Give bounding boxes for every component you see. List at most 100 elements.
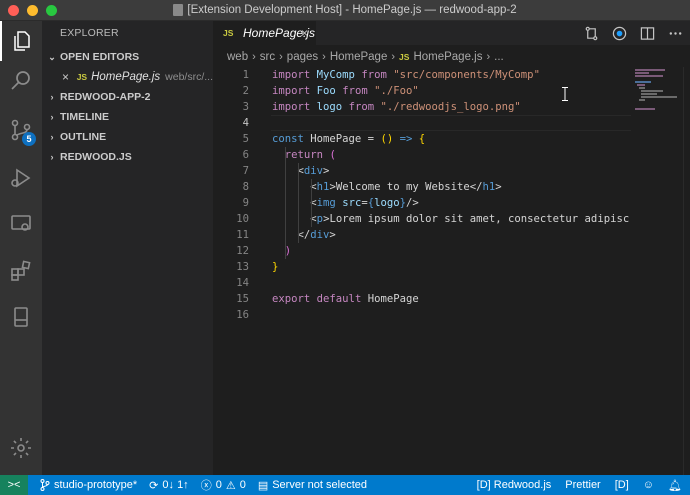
split-editor-icon[interactable] [638, 24, 656, 42]
remote-explorer-icon[interactable] [0, 204, 42, 244]
problems-indicator[interactable]: ⓧ 0 ⚠ 0 [201, 477, 246, 493]
line-number: 3 [242, 101, 249, 113]
chevron-right-icon: › [391, 51, 396, 63]
code-text: } [272, 261, 279, 273]
run-debug-icon[interactable] [0, 158, 42, 198]
redwood-outline-icon[interactable] [610, 24, 628, 42]
section-open-editors[interactable]: ⌄ OPEN EDITORS [42, 47, 213, 67]
line-number: 13 [236, 261, 249, 273]
remote-indicator[interactable]: >< [0, 475, 28, 495]
maximize-window-button[interactable] [46, 5, 57, 16]
remote-icon: >< [7, 479, 21, 491]
line-number: 15 [236, 293, 249, 305]
redwood-panel-icon[interactable] [0, 297, 42, 337]
section-timeline[interactable]: › TIMELINE [42, 107, 213, 127]
activity-bar: 5 [0, 21, 42, 475]
code-line[interactable]: 13} [213, 259, 631, 275]
code-line[interactable]: 15 export default HomePage [213, 291, 631, 307]
breadcrumb-file[interactable]: HomePage.js [413, 51, 482, 63]
sync-counts: 0↓ 1↑ [162, 479, 189, 491]
chevron-right-icon: › [486, 51, 491, 63]
search-icon[interactable] [0, 61, 42, 101]
close-icon[interactable]: × [62, 67, 71, 87]
section-redwood-js[interactable]: › REDWOOD.JS [42, 147, 213, 167]
chevron-right-icon: › [279, 51, 283, 63]
bell-icon: 🔔︎ [668, 479, 682, 492]
code-text: <p>Lorem ipsum dolor sit amet, consectet… [310, 213, 630, 225]
code-text: import Foo from "./Foo" [272, 85, 419, 97]
code-line[interactable]: 4 [213, 115, 631, 131]
code-line[interactable]: 1 import MyComp from "src/components/MyCo… [213, 67, 631, 83]
indent-guide [285, 147, 286, 259]
line-number: 10 [236, 213, 249, 225]
sync-indicator[interactable]: ⟳ 0↓ 1↑ [149, 479, 189, 492]
redwood-status[interactable]: [D] Redwood.js [477, 479, 552, 491]
status-bar: >< studio-prototype* ⟳ 0↓ 1↑ ⓧ 0 ⚠ 0 ▤ S… [0, 475, 690, 495]
code-line[interactable]: 12 ) [213, 243, 631, 259]
open-editor-item[interactable]: × JS HomePage.js web/src/... [42, 67, 213, 87]
section-label: REDWOOD.JS [60, 151, 132, 163]
js-file-icon: JS [76, 72, 88, 82]
line-number: 5 [242, 133, 249, 145]
code-line[interactable]: 16 [213, 307, 631, 323]
vertical-scrollbar[interactable] [683, 67, 690, 475]
notifications-indicator[interactable]: 🔔︎ [668, 479, 682, 492]
section-redwood-app-2[interactable]: › REDWOOD-APP-2 [42, 87, 213, 107]
git-branch-icon [40, 479, 50, 491]
breadcrumb-item[interactable]: pages [287, 51, 318, 63]
tab-homepage-js[interactable]: JS HomePage.js × [213, 21, 316, 45]
warning-icon: ⚠ [225, 479, 236, 492]
code-line[interactable]: 7 <div> [213, 163, 631, 179]
code-line[interactable]: 10 <p>Lorem ipsum dolor sit amet, consec… [213, 211, 631, 227]
prettier-status[interactable]: Prettier [565, 479, 600, 491]
file-icon [173, 4, 184, 16]
breadcrumb-ellipsis[interactable]: ... [494, 51, 504, 63]
code-text: const HomePage = () => { [272, 133, 426, 145]
line-number: 6 [242, 149, 249, 161]
code-line[interactable]: 5 const HomePage = () => { [213, 131, 631, 147]
code-text: <img src={logo}/> [310, 197, 419, 209]
d-status-label: [D] [614, 479, 629, 491]
source-control-icon[interactable]: 5 [0, 110, 42, 150]
indent-guide [298, 163, 299, 243]
chevron-down-icon: ⌄ [48, 52, 56, 62]
breadcrumb-item[interactable]: web [227, 51, 248, 63]
explorer-icon[interactable] [0, 21, 42, 61]
code-line[interactable]: 2 import Foo from "./Foo" [213, 83, 631, 99]
settings-gear-icon[interactable] [0, 428, 42, 468]
minimize-window-button[interactable] [27, 5, 38, 16]
mouse-cursor-icon [562, 87, 568, 101]
window-controls [8, 5, 57, 16]
d-status[interactable]: [D] [615, 479, 629, 491]
code-line[interactable]: 14 [213, 275, 631, 291]
server-indicator[interactable]: ▤ Server not selected [258, 479, 367, 492]
code-line[interactable]: 11 </div> [213, 227, 631, 243]
line-number: 7 [242, 165, 249, 177]
code-editor[interactable]: 1 import MyComp from "src/components/MyCo… [213, 67, 631, 475]
breadcrumb-item[interactable]: HomePage [330, 51, 388, 63]
open-changes-icon[interactable] [582, 24, 600, 42]
server-status: Server not selected [272, 479, 367, 491]
open-editor-name: HomePage.js [91, 71, 161, 83]
section-outline[interactable]: › OUTLINE [42, 127, 213, 147]
minimap[interactable] [631, 67, 681, 127]
section-label: TIMELINE [60, 111, 109, 123]
code-line[interactable]: 9 <img src={logo}/> [213, 195, 631, 211]
extensions-icon[interactable] [0, 251, 42, 291]
code-line[interactable]: 8 <h1>Welcome to my Website</h1> [213, 179, 631, 195]
chevron-right-icon: › [50, 92, 54, 102]
more-actions-icon[interactable] [666, 24, 684, 42]
line-number: 11 [236, 229, 249, 241]
code-line[interactable]: 6 return ( [213, 147, 631, 163]
close-window-button[interactable] [8, 5, 19, 16]
title-bar: [Extension Development Host] - HomePage.… [0, 0, 690, 21]
code-text: export default HomePage [272, 293, 419, 305]
branch-indicator[interactable]: studio-prototype* [40, 479, 137, 491]
feedback-indicator[interactable]: ☺ [643, 479, 654, 491]
code-line[interactable]: 3 import logo from "./redwoodjs_logo.png" [213, 99, 631, 115]
close-tab-icon[interactable]: × [301, 26, 308, 40]
chevron-right-icon: › [50, 152, 54, 162]
line-number: 16 [236, 309, 249, 321]
breadcrumb-item[interactable]: src [260, 51, 275, 63]
error-count: 0 [215, 479, 222, 491]
